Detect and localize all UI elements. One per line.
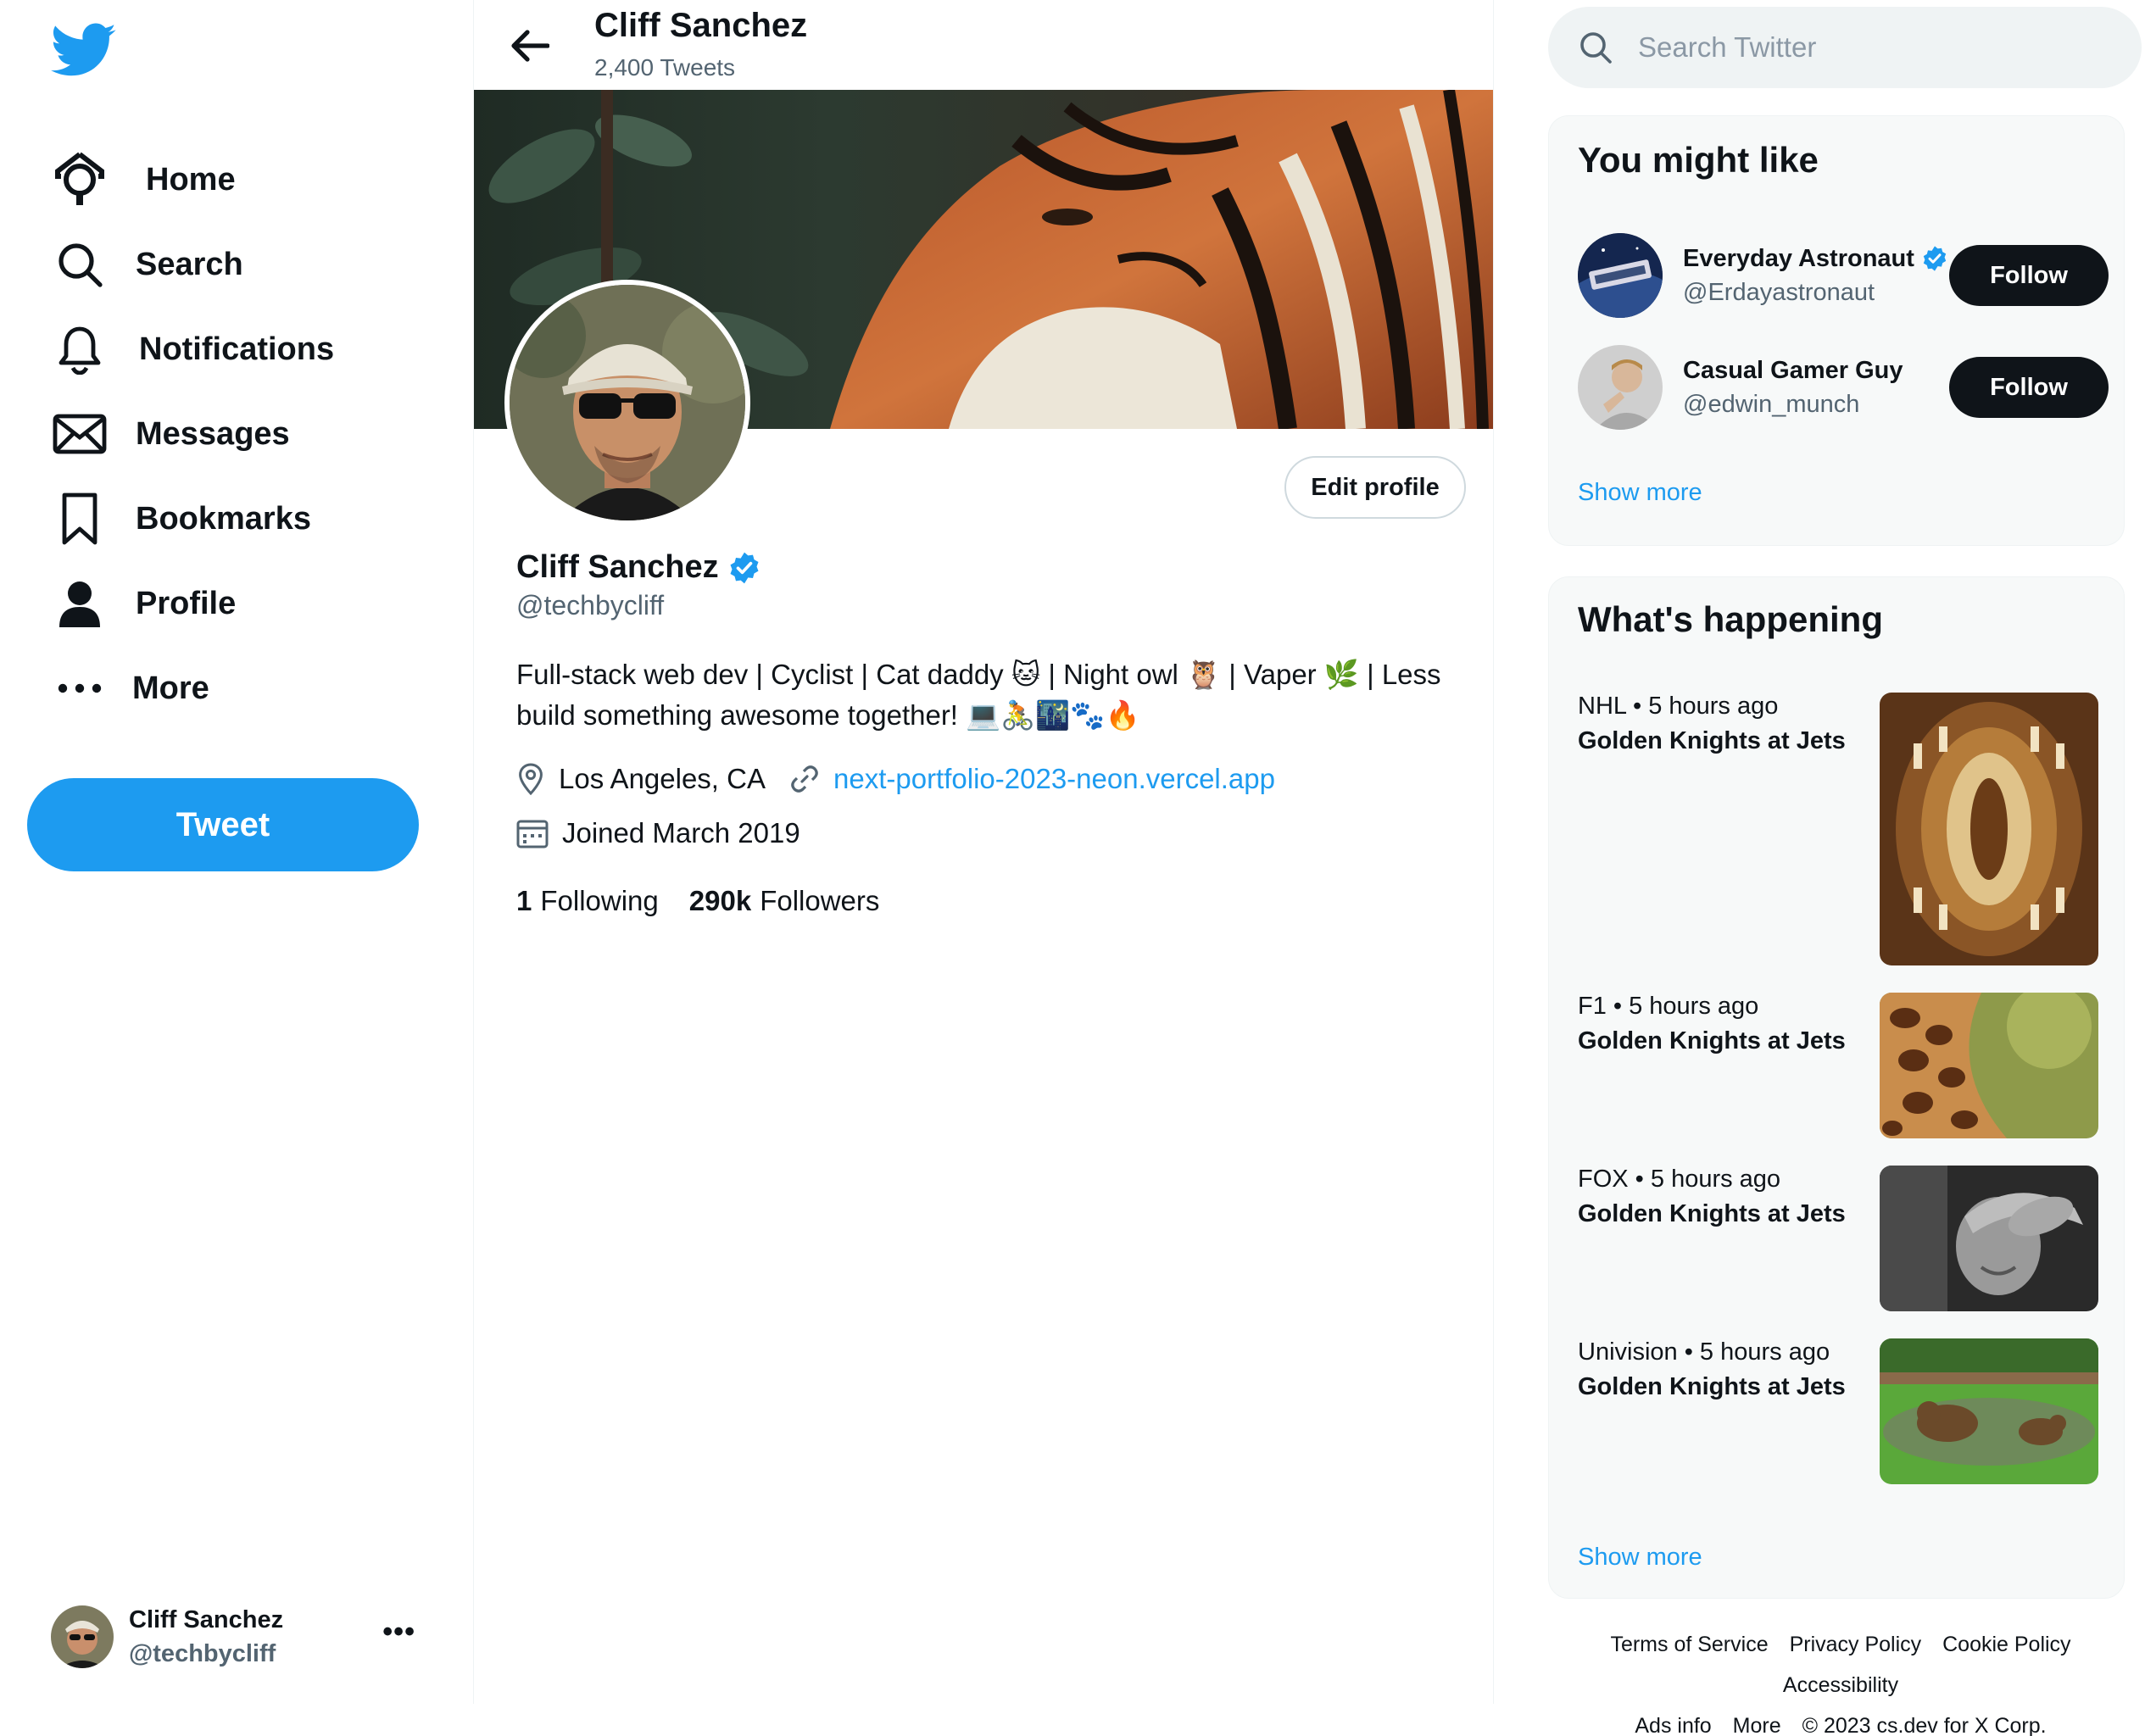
bio-line: build something awesome together! 💻🚴🌃🐾🔥 bbox=[516, 699, 1140, 731]
trend-item[interactable]: NHL • 5 hours ago Golden Knights at Jets bbox=[1578, 693, 2098, 965]
follow-button[interactable]: Follow bbox=[1949, 357, 2109, 418]
nav-label: Messages bbox=[136, 415, 290, 452]
suggested-user-handle: @edwin_munch bbox=[1683, 391, 1860, 418]
suggested-user[interactable]: Casual Gamer Guy @edwin_munch Follow bbox=[1578, 343, 2109, 431]
trends-card: What's happening NHL • 5 hours ago Golde… bbox=[1548, 576, 2125, 1599]
trend-item[interactable]: FOX • 5 hours ago Golden Knights at Jets bbox=[1578, 1166, 2098, 1311]
profile-bio: Full-stack web dev | Cyclist | Cat daddy… bbox=[516, 654, 1466, 736]
back-arrow-icon[interactable] bbox=[504, 20, 555, 71]
profile-name: Cliff Sanchez bbox=[516, 549, 761, 586]
home-icon bbox=[49, 149, 110, 210]
nav-label: Bookmarks bbox=[136, 500, 311, 537]
nav-profile[interactable]: Profile bbox=[49, 570, 236, 637]
joined-text: Joined March 2019 bbox=[562, 817, 800, 849]
avatar bbox=[51, 1605, 114, 1668]
right-sidebar: You might like Everyday Astronaut @Erday… bbox=[1494, 0, 2145, 1736]
suggested-user-name-text: Everyday Astronaut bbox=[1683, 245, 1914, 272]
follow-button[interactable]: Follow bbox=[1949, 245, 2109, 306]
card-title: What's happening bbox=[1578, 599, 1883, 639]
show-more-link[interactable]: Show more bbox=[1578, 479, 1702, 507]
followers-label: Followers bbox=[760, 885, 880, 916]
more-dots-icon[interactable]: ••• bbox=[382, 1616, 415, 1649]
footer-link[interactable]: Ads info bbox=[1635, 1714, 1711, 1736]
followers-stat[interactable]: 290k Followers bbox=[689, 885, 880, 917]
location-pin-icon bbox=[519, 763, 543, 795]
footer-link[interactable]: Privacy Policy bbox=[1790, 1633, 1922, 1656]
twitter-bird-icon[interactable] bbox=[50, 22, 117, 80]
profile-website[interactable]: next-portfolio-2023-neon.vercel.app bbox=[789, 763, 1275, 795]
trend-image bbox=[1880, 693, 2098, 965]
trend-image bbox=[1880, 993, 2098, 1138]
profile-meta: Los Angeles, CA next-portfolio-2023-neon… bbox=[516, 763, 1299, 795]
website-link[interactable]: next-portfolio-2023-neon.vercel.app bbox=[833, 763, 1275, 795]
avatar bbox=[1578, 233, 1663, 318]
followers-count: 290k bbox=[688, 885, 752, 916]
copyright: © 2023 cs.dev for X Corp. bbox=[1802, 1714, 2047, 1736]
person-icon bbox=[49, 573, 110, 634]
card-title: You might like bbox=[1578, 140, 1819, 180]
envelope-icon bbox=[49, 403, 110, 465]
left-sidebar: Home Search Notifications Messages Bookm… bbox=[0, 0, 473, 1704]
bio-line: Full-stack web dev | Cyclist | Cat daddy… bbox=[516, 659, 1441, 690]
search-icon bbox=[1579, 31, 1613, 64]
account-name: Cliff Sanchez bbox=[129, 1606, 284, 1633]
profile-stats: 1 Following 290k Followers bbox=[516, 885, 910, 917]
trend-image bbox=[1880, 1338, 2098, 1484]
link-icon bbox=[791, 765, 818, 793]
nav-bookmarks[interactable]: Bookmarks bbox=[49, 485, 311, 553]
main-column: Cliff Sanchez 2,400 Tweets Edit profile … bbox=[473, 0, 1494, 1704]
trend-image bbox=[1880, 1166, 2098, 1311]
footer-link[interactable]: Accessibility bbox=[1783, 1673, 1898, 1697]
nav-home[interactable]: Home bbox=[49, 146, 236, 214]
account-handle: @techbycliff bbox=[129, 1640, 276, 1667]
nav-label: Home bbox=[146, 161, 236, 198]
avatar bbox=[1578, 345, 1663, 430]
bookmark-icon bbox=[49, 488, 110, 549]
who-to-follow-card: You might like Everyday Astronaut @Erday… bbox=[1548, 115, 2125, 546]
following-label: Following bbox=[540, 885, 659, 916]
nav-label: Search bbox=[136, 246, 243, 282]
tweet-count: 2,400 Tweets bbox=[594, 54, 736, 81]
verified-badge-icon bbox=[1923, 246, 1947, 271]
footer-link[interactable]: Terms of Service bbox=[1610, 1633, 1768, 1656]
suggested-user-name: Casual Gamer Guy bbox=[1683, 357, 1903, 384]
verified-badge-icon bbox=[727, 551, 761, 585]
search-icon bbox=[49, 234, 110, 295]
account-switcher[interactable]: Cliff Sanchez @techbycliff ••• bbox=[51, 1602, 415, 1672]
footer-link[interactable]: More bbox=[1733, 1714, 1781, 1736]
calendar-icon bbox=[516, 820, 549, 849]
search-input[interactable] bbox=[1638, 31, 2113, 64]
nav-label: Notifications bbox=[139, 331, 335, 367]
tweet-button[interactable]: Tweet bbox=[27, 778, 419, 871]
edit-profile-button[interactable]: Edit profile bbox=[1284, 456, 1466, 519]
nav-label: Profile bbox=[136, 585, 237, 621]
more-dots-icon bbox=[49, 658, 110, 719]
location-text: Los Angeles, CA bbox=[559, 763, 766, 794]
footer: Terms of Service Privacy Policy Cookie P… bbox=[1548, 1624, 2133, 1736]
profile-joined: Joined March 2019 bbox=[516, 817, 800, 849]
profile-name-text: Cliff Sanchez bbox=[516, 549, 719, 585]
bell-icon bbox=[49, 319, 110, 380]
nav-label: More bbox=[132, 670, 209, 706]
show-more-link[interactable]: Show more bbox=[1578, 1544, 1702, 1572]
suggested-user[interactable]: Everyday Astronaut @Erdayastronaut Follo… bbox=[1578, 231, 2109, 320]
page-title: Cliff Sanchez bbox=[594, 7, 808, 44]
nav-notifications[interactable]: Notifications bbox=[49, 315, 334, 383]
following-count: 1 bbox=[516, 885, 532, 916]
nav-messages[interactable]: Messages bbox=[49, 400, 290, 468]
trend-item[interactable]: F1 • 5 hours ago Golden Knights at Jets bbox=[1578, 993, 2098, 1138]
profile-handle: @techbycliff bbox=[516, 590, 665, 620]
following-stat[interactable]: 1 Following bbox=[516, 885, 659, 917]
profile-location: Los Angeles, CA bbox=[516, 763, 766, 795]
footer-link[interactable]: Cookie Policy bbox=[1942, 1633, 2070, 1656]
nav-more[interactable]: More bbox=[49, 654, 209, 722]
profile-header: Cliff Sanchez 2,400 Tweets bbox=[474, 0, 1493, 90]
suggested-user-name: Everyday Astronaut bbox=[1683, 242, 1948, 275]
trend-item[interactable]: Univision • 5 hours ago Golden Knights a… bbox=[1578, 1338, 2098, 1484]
profile-avatar[interactable] bbox=[504, 280, 750, 526]
search-bar[interactable] bbox=[1548, 7, 2142, 88]
nav-search[interactable]: Search bbox=[49, 231, 243, 298]
suggested-user-handle: @Erdayastronaut bbox=[1683, 279, 1875, 306]
